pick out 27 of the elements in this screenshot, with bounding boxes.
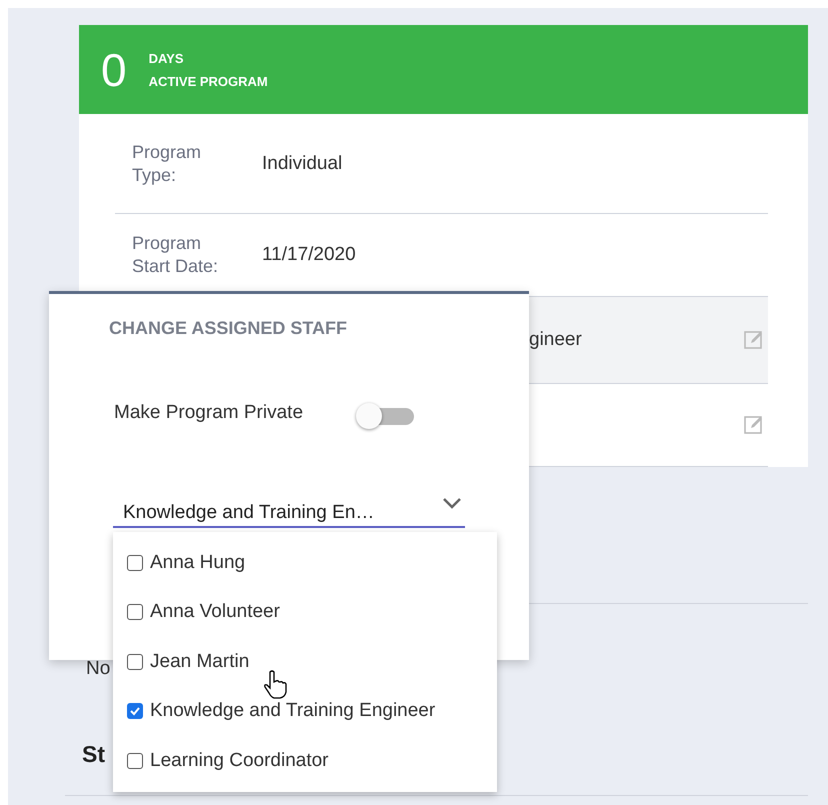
checkbox[interactable] [127, 703, 143, 720]
staff-option[interactable]: Knowledge and Training Engineer [113, 686, 497, 736]
days-count: 0 [101, 46, 127, 92]
private-label: Make Program Private [114, 402, 304, 424]
staff-option[interactable]: Anna Volunteer [113, 588, 497, 637]
notes-text: No [86, 658, 110, 680]
checkbox[interactable] [127, 604, 143, 620]
field-value: 11/17/2020 [262, 244, 356, 266]
check-icon [129, 705, 141, 718]
staff-option[interactable]: Anna Hung [113, 538, 497, 588]
status-label: ACTIVE PROGRAM [148, 74, 268, 88]
field-value: gineer [529, 329, 582, 351]
hand-cursor-icon [263, 670, 289, 700]
checkbox[interactable] [127, 752, 143, 769]
checkbox[interactable] [127, 554, 143, 571]
chevron-icon[interactable] [442, 497, 462, 509]
private-toggle[interactable] [356, 405, 414, 427]
staff-option[interactable]: Learning Coordinator [113, 736, 497, 786]
staff-select[interactable]: Knowledge and Training En… [113, 494, 465, 528]
section-heading: St [82, 741, 105, 768]
checkbox[interactable] [127, 654, 143, 670]
field-label: Program Start Date: [131, 232, 220, 278]
staff-option[interactable]: Jean Martin [113, 637, 497, 686]
days-label: DAYS [148, 50, 185, 66]
field-value: Individual [262, 152, 342, 174]
dialog-title: CHANGE ASSIGNED STAFF [109, 318, 348, 339]
field-label: Program Type: [131, 140, 202, 186]
